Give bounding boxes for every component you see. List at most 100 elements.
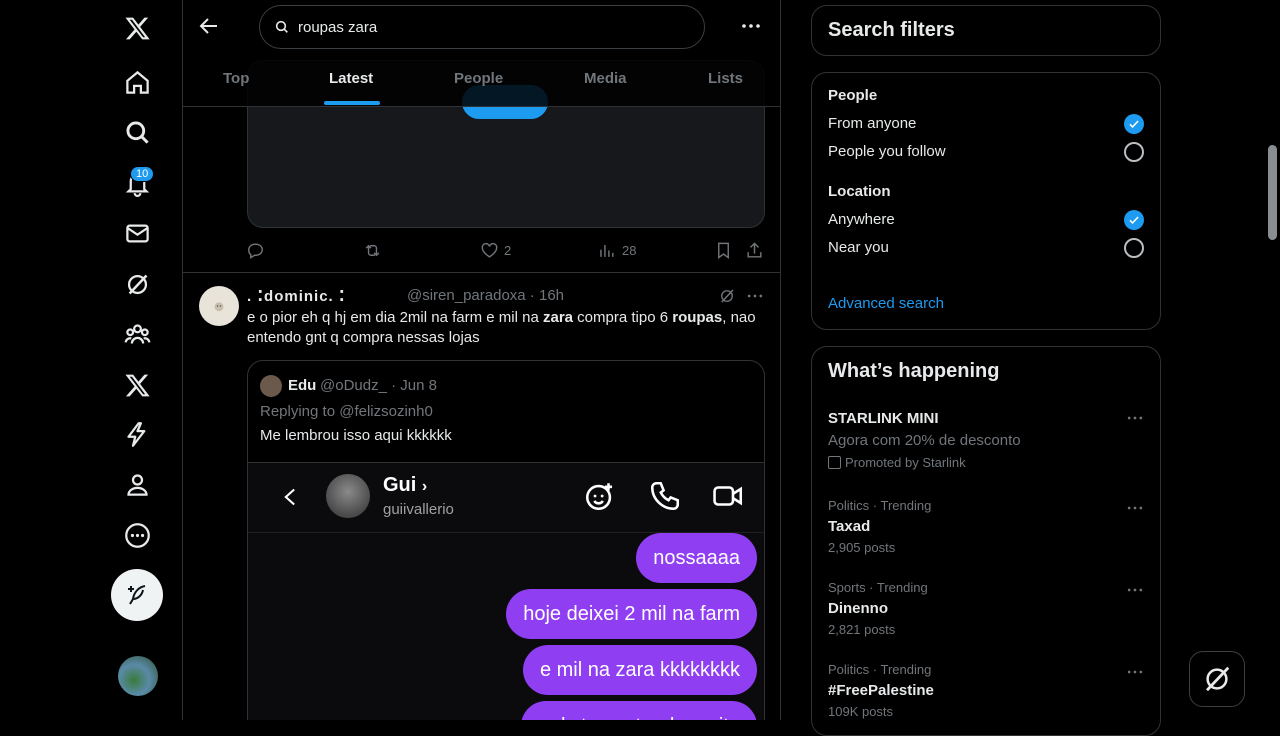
grok-floating-button[interactable]	[1189, 651, 1245, 707]
like-count: 2	[504, 242, 512, 258]
views-chart-icon	[600, 244, 614, 257]
trend-name[interactable]: Dinenno	[828, 600, 888, 617]
trend-meta: Politics · Trending	[828, 662, 932, 677]
account-avatar[interactable]	[118, 656, 158, 696]
search-icon[interactable]	[112, 107, 162, 157]
search-filters-title: Search filters	[828, 19, 955, 41]
dm-phone-icon	[648, 479, 682, 513]
search-header: roupas zara Top Latest People Media List…	[183, 0, 780, 107]
tab-lists[interactable]: Lists	[708, 70, 743, 87]
communities-icon[interactable]	[112, 309, 162, 359]
right-sidebar: Search filters People From anyone People…	[811, 0, 1161, 736]
from-anyone-radio[interactable]	[1124, 114, 1144, 134]
left-nav: 10	[0, 0, 183, 720]
view-count: 28	[622, 242, 637, 258]
near-you-label[interactable]: Near you	[828, 239, 889, 256]
dm-back-chevron-icon	[280, 483, 300, 511]
tweet-more-icon[interactable]	[745, 286, 765, 306]
search-icon	[275, 20, 288, 33]
trend-meta: Sports · Trending	[828, 580, 928, 595]
dm-message-bubble: e mil na zara kkkkkkkk	[522, 645, 757, 695]
repost-action[interactable]	[363, 240, 382, 260]
tweet-author-handle[interactable]: @siren_paradoxa · 16h	[407, 287, 564, 304]
dm-contact-username: guiivallerio	[383, 501, 454, 518]
back-arrow-icon[interactable]	[197, 14, 221, 38]
anywhere-label[interactable]: Anywhere	[828, 211, 895, 228]
people-filter-label: People	[828, 87, 878, 104]
dm-video-effect-icon	[583, 479, 617, 513]
bookmark-action[interactable]	[714, 240, 733, 260]
profile-icon[interactable]	[112, 459, 162, 509]
trend-name[interactable]: Taxad	[828, 518, 870, 535]
search-filters-panel: People From anyone People you follow Loc…	[811, 72, 1161, 330]
promo-text: Agora com 20% de desconto	[828, 432, 1021, 449]
tab-people[interactable]: People	[454, 70, 503, 87]
quoted-author-handle: @oDudz_ · Jun 8	[320, 377, 437, 394]
near-you-radio[interactable]	[1124, 238, 1144, 258]
people-you-follow-label[interactable]: People you follow	[828, 143, 946, 160]
dm-message-bubble: nossaaaa	[636, 533, 757, 583]
tab-media[interactable]: Media	[584, 70, 627, 87]
x-logo-icon[interactable]	[112, 3, 162, 53]
location-filter-label: Location	[828, 183, 891, 200]
dm-message-bubble: mds to gastando muito	[520, 701, 757, 720]
grok-icon[interactable]	[112, 259, 162, 309]
promo-name[interactable]: STARLINK MINI	[828, 410, 939, 427]
repost-icon	[365, 244, 380, 256]
tab-latest[interactable]: Latest	[329, 70, 373, 87]
trend-posts: 2,821 posts	[828, 622, 896, 637]
messages-mail-icon[interactable]	[112, 208, 162, 258]
grok-icon	[1206, 666, 1230, 692]
dm-contact-avatar	[326, 474, 370, 518]
tweet-author-avatar[interactable]	[199, 286, 239, 326]
quoted-replying-to: Replying to @felizsozinh0	[260, 403, 433, 420]
heart-icon	[481, 242, 498, 258]
quoted-tweet[interactable]: Edu @oDudz_ · Jun 8 Replying to @felizso…	[247, 360, 765, 720]
active-tab-indicator	[324, 101, 380, 105]
trend-more-icon[interactable]	[1125, 498, 1145, 518]
tab-top[interactable]: Top	[223, 70, 249, 87]
promoted-icon	[828, 456, 841, 469]
trend-posts: 2,905 posts	[828, 540, 896, 555]
share-icon	[747, 241, 762, 258]
verified-orgs-lightning-icon[interactable]	[112, 409, 162, 459]
search-input[interactable]: roupas zara	[259, 5, 705, 49]
tweet-author-name[interactable]: . ⁚dominic. ⁚	[247, 287, 346, 305]
views-action[interactable]: 28	[597, 240, 636, 260]
dm-video-call-icon	[710, 479, 746, 513]
whats-happening-panel: What’s happening STARLINK MINI Agora com…	[811, 346, 1161, 736]
trend-more-icon[interactable]	[1125, 662, 1145, 682]
tweet-divider	[183, 272, 780, 273]
whats-happening-title: What’s happening	[828, 360, 1000, 382]
premium-x-icon[interactable]	[112, 360, 162, 410]
anywhere-radio[interactable]	[1124, 210, 1144, 230]
like-action[interactable]: 2	[480, 240, 511, 260]
advanced-search-link[interactable]: Advanced search	[828, 295, 944, 312]
trend-meta: Politics · Trending	[828, 498, 932, 513]
compose-post-button[interactable]	[111, 569, 163, 621]
dm-screenshot-image: Gui › guiivallerio nossaaaa hoje deixei …	[248, 462, 764, 720]
people-you-follow-radio[interactable]	[1124, 142, 1144, 162]
quoted-author-name: Edu	[288, 377, 317, 394]
trend-more-icon[interactable]	[1125, 580, 1145, 600]
search-filters-header: Search filters	[811, 5, 1161, 56]
tweet-text: e o pior eh q hj em dia 2mil na farm e m…	[247, 309, 756, 346]
home-icon[interactable]	[112, 57, 162, 107]
grok-explain-icon[interactable]	[718, 287, 738, 307]
bookmark-icon	[718, 242, 729, 259]
dm-contact-name: Gui ›	[383, 474, 428, 496]
more-circle-icon[interactable]	[112, 510, 162, 560]
main-timeline: roupas zara Top Latest People Media List…	[183, 0, 781, 720]
quoted-text: Me lembrou isso aqui kkkkkk	[260, 427, 452, 444]
share-action[interactable]	[745, 240, 764, 260]
promo-more-icon[interactable]	[1125, 408, 1145, 428]
more-options-icon[interactable]	[739, 14, 763, 38]
notifications-badge: 10	[130, 166, 155, 182]
trend-name[interactable]: #FreePalestine	[828, 682, 934, 699]
reply-icon	[248, 242, 263, 259]
dm-header: Gui › guiivallerio	[248, 463, 764, 533]
reply-action[interactable]	[246, 240, 265, 260]
trend-posts: 109K posts	[828, 704, 894, 719]
page-scrollbar[interactable]	[1268, 145, 1277, 240]
from-anyone-label[interactable]: From anyone	[828, 115, 916, 132]
